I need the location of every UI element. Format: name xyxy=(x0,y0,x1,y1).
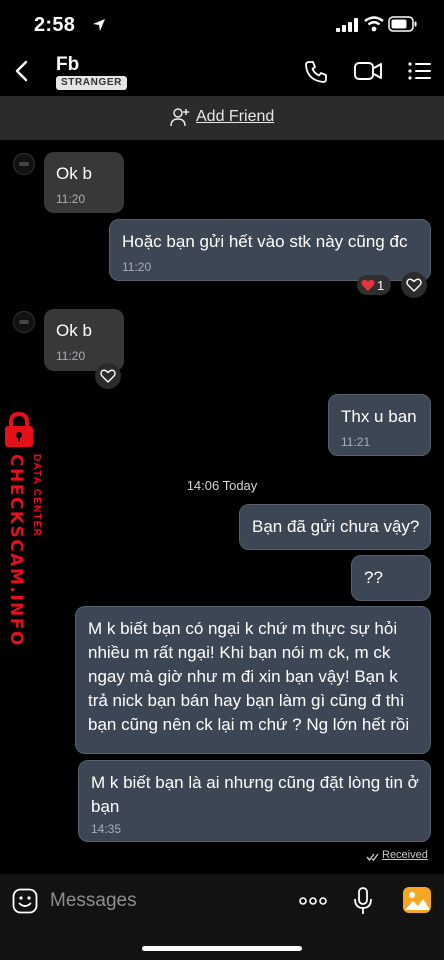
home-indicator xyxy=(142,946,302,951)
receipt-label: Received xyxy=(382,849,428,861)
message-bubble-incoming[interactable]: Ok b 11:20 xyxy=(44,152,124,213)
delivery-receipt: Received xyxy=(366,849,432,865)
message-text: M k biết bạn là ai nhưng cũng đặt lòng t… xyxy=(91,773,419,816)
message-time: 11:20 xyxy=(56,192,86,206)
signal-icon xyxy=(336,18,358,32)
emoji-icon[interactable] xyxy=(12,888,38,914)
list-menu-icon[interactable] xyxy=(408,61,432,81)
photo-gallery-icon[interactable] xyxy=(402,886,432,914)
phone-call-icon[interactable] xyxy=(304,60,328,84)
message-bubble-outgoing[interactable]: M k biết bạn là ai nhưng cũng đặt lòng t… xyxy=(78,760,431,842)
status-bar: 2:58 xyxy=(0,0,444,50)
battery-icon xyxy=(388,16,417,32)
more-options-icon[interactable] xyxy=(299,896,327,906)
message-text: Thx u ban xyxy=(341,407,417,426)
message-time: 11:20 xyxy=(56,349,86,363)
watermark-main: CHECKSCAM.INFO xyxy=(6,454,26,647)
contact-avatar[interactable] xyxy=(13,311,35,333)
watermark: CHECKSCAM.INFO DATA CENTER xyxy=(2,410,50,647)
add-friend-link[interactable]: Add Friend xyxy=(196,108,274,126)
message-time: 14:35 xyxy=(91,822,122,836)
microphone-icon[interactable] xyxy=(354,887,372,915)
message-text: Ok b xyxy=(56,164,92,183)
back-chevron-icon[interactable] xyxy=(12,60,32,82)
message-text: ?? xyxy=(364,568,383,587)
message-bubble-outgoing[interactable]: ?? xyxy=(351,555,431,601)
message-bubble-outgoing[interactable]: M k biết bạn có ngại k chứ m thực sự hỏi… xyxy=(75,606,431,754)
reaction-count: 1 xyxy=(377,278,385,293)
react-button[interactable] xyxy=(95,363,121,389)
chat-header: Fb STRANGER xyxy=(0,48,444,94)
message-text: Hoặc bạn gửi hết vào stk này cũng đc xyxy=(122,232,408,251)
video-call-icon[interactable] xyxy=(354,60,382,82)
contact-name[interactable]: Fb xyxy=(56,54,79,76)
message-bubble-incoming[interactable]: Ok b 11:20 xyxy=(44,309,124,371)
message-composer: Messages xyxy=(0,874,444,960)
watermark-sub: DATA CENTER xyxy=(31,454,42,538)
double-check-icon xyxy=(366,853,379,862)
message-input[interactable]: Messages xyxy=(50,890,137,912)
location-arrow-icon xyxy=(93,19,105,31)
stranger-badge: STRANGER xyxy=(56,76,127,90)
message-bubble-outgoing[interactable]: Hoặc bạn gửi hết vào stk này cũng đc 11:… xyxy=(109,219,431,281)
status-time: 2:58 xyxy=(34,14,76,36)
message-time: 11:21 xyxy=(341,435,371,449)
react-button[interactable] xyxy=(401,272,427,298)
message-time: 11:20 xyxy=(122,260,152,274)
message-text: M k biết bạn có ngại k chứ m thực sự hỏi… xyxy=(88,619,410,734)
add-person-icon xyxy=(170,108,189,127)
message-bubble-outgoing[interactable]: Bạn đã gửi chưa vậy? xyxy=(239,504,431,550)
heart-outline-icon xyxy=(100,369,116,383)
lock-icon xyxy=(5,412,33,447)
message-bubble-outgoing[interactable]: Thx u ban 11:21 xyxy=(328,394,431,456)
day-separator: 14:06 Today xyxy=(186,478,258,493)
contact-avatar[interactable] xyxy=(13,153,35,175)
add-friend-bar[interactable]: Add Friend xyxy=(0,96,444,140)
heart-outline-icon xyxy=(406,278,422,292)
wifi-icon xyxy=(364,16,384,32)
heart-reaction-icon xyxy=(361,279,375,291)
message-text: Bạn đã gửi chưa vậy? xyxy=(252,517,420,536)
message-text: Ok b xyxy=(56,321,92,340)
